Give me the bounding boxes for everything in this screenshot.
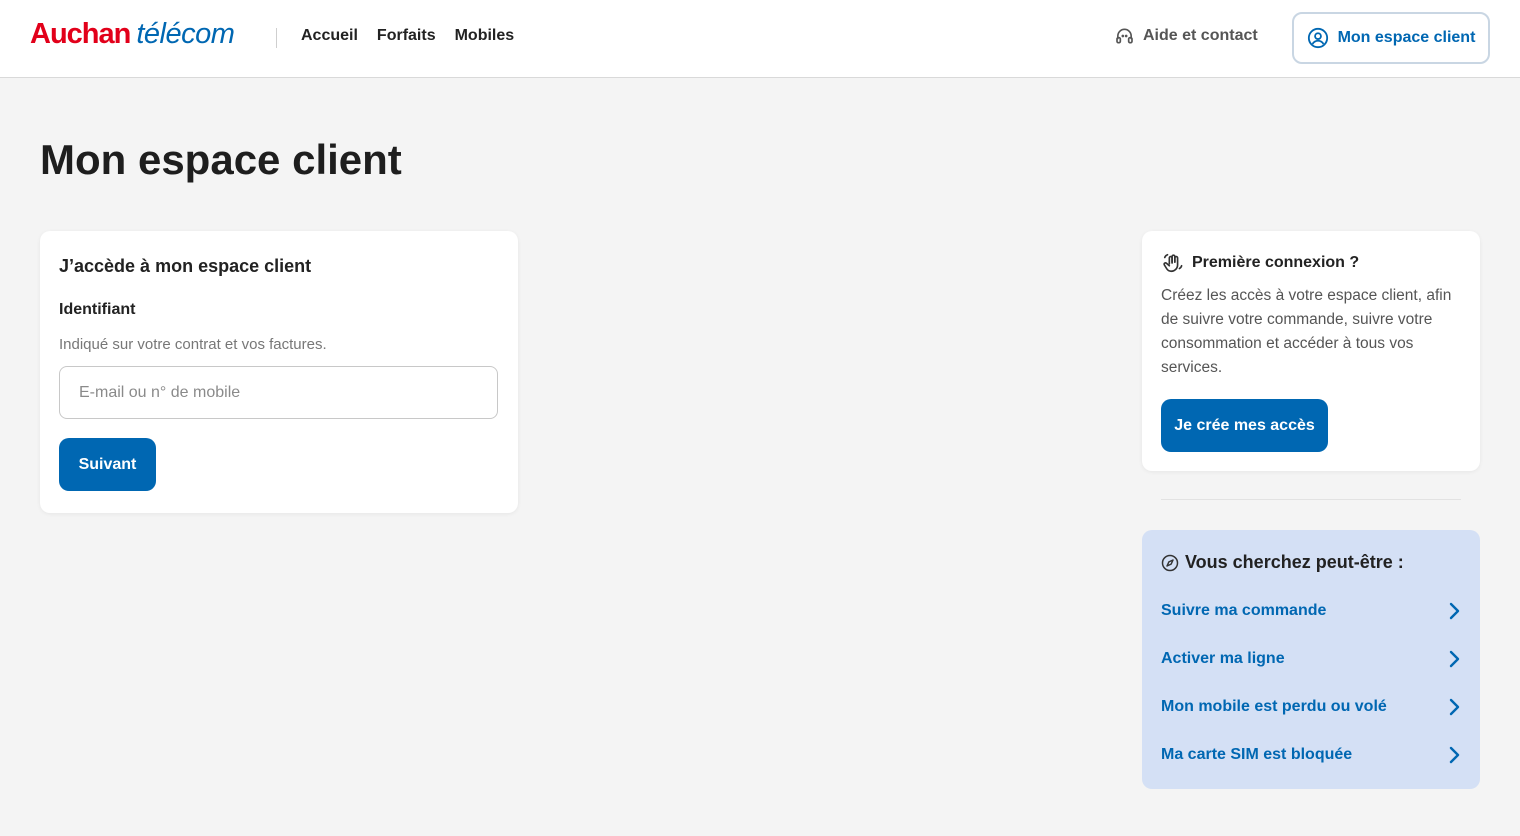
login-card: J’accède à mon espace client Identifiant… <box>40 231 518 513</box>
suggestion-label: Activer ma ligne <box>1161 650 1285 667</box>
login-card-title: J’accède à mon espace client <box>59 256 312 276</box>
chevron-right-icon <box>1447 601 1461 621</box>
logo-telecom-text: télécom <box>136 18 235 50</box>
section-divider <box>1161 499 1461 500</box>
suggestion-sim-blocked[interactable]: Ma carte SIM est bloquée <box>1161 740 1461 770</box>
logo-auchan-text: Auchan <box>30 18 131 50</box>
identifier-label: Identifiant <box>59 301 136 318</box>
header-divider <box>276 28 277 48</box>
first-connection-title: Première connexion ? <box>1192 254 1360 271</box>
identifier-help-text: Indiqué sur votre contrat et vos facture… <box>59 336 327 353</box>
suggestion-lost-stolen[interactable]: Mon mobile est perdu ou volé <box>1161 692 1461 722</box>
first-connection-card: Première connexion ? Créez les accès à v… <box>1142 231 1480 471</box>
nav-forfaits[interactable]: Forfaits <box>377 27 436 45</box>
suggestions-title: Vous cherchez peut-être : <box>1185 552 1404 572</box>
user-circle-icon <box>1307 27 1329 49</box>
account-button[interactable]: Mon espace client <box>1292 12 1490 64</box>
suggestion-label: Ma carte SIM est bloquée <box>1161 746 1353 763</box>
nav-mobiles[interactable]: Mobiles <box>455 27 515 45</box>
compass-icon <box>1161 554 1179 572</box>
first-connection-text: Créez les accès à votre espace client, a… <box>1161 287 1452 376</box>
auchan-telecom-logo[interactable]: Auchan télécom <box>30 18 235 52</box>
identifier-input[interactable] <box>59 366 498 419</box>
site-header: Auchan télécom Accueil Forfaits Mobiles … <box>0 0 1520 78</box>
chevron-right-icon <box>1447 649 1461 669</box>
headset-icon <box>1114 26 1135 46</box>
next-button[interactable]: Suivant <box>59 438 156 491</box>
suggestions-panel: Vous cherchez peut-être : Suivre ma comm… <box>1142 530 1480 789</box>
suggestion-label: Mon mobile est perdu ou volé <box>1161 698 1387 715</box>
first-connection-heading: Première connexion ? <box>1161 252 1359 274</box>
nav-accueil[interactable]: Accueil <box>301 27 358 45</box>
chevron-right-icon <box>1447 745 1461 765</box>
help-contact-link[interactable]: Aide et contact <box>1114 26 1258 46</box>
waving-hand-icon <box>1161 252 1185 274</box>
page-title: Mon espace client <box>40 136 402 183</box>
main-nav: Accueil Forfaits Mobiles <box>301 27 514 45</box>
suggestion-follow-order[interactable]: Suivre ma commande <box>1161 596 1461 626</box>
create-access-button[interactable]: Je crée mes accès <box>1161 399 1328 452</box>
suggestion-label: Suivre ma commande <box>1161 602 1327 619</box>
suggestions-heading: Vous cherchez peut-être : <box>1161 552 1404 573</box>
help-contact-label: Aide et contact <box>1143 27 1258 44</box>
suggestion-activate-line[interactable]: Activer ma ligne <box>1161 644 1461 674</box>
account-button-label: Mon espace client <box>1337 29 1476 46</box>
chevron-right-icon <box>1447 697 1461 717</box>
